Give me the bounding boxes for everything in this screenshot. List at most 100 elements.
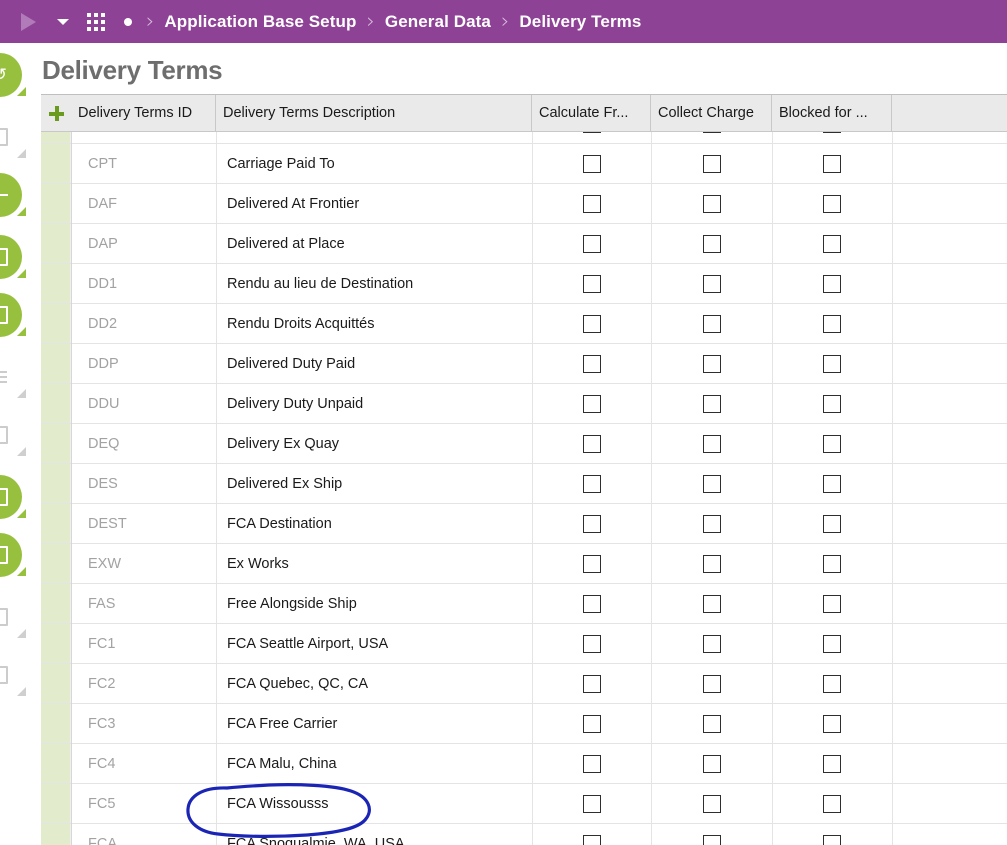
row-selector-strip[interactable] (41, 224, 71, 263)
checkbox-calculate-freight[interactable] (582, 514, 601, 533)
table-row[interactable]: FCA FCA Snoqualmie, WA, USA (41, 824, 1007, 845)
checkbox-calculate-freight[interactable] (582, 314, 601, 333)
cell-delivery-terms-id[interactable]: FC4 (71, 744, 216, 783)
checkbox-calculate-freight[interactable] (582, 554, 601, 573)
checkbox-collect-charge[interactable] (702, 154, 721, 173)
checkbox-calculate-freight[interactable] (582, 474, 601, 493)
row-selector-strip[interactable] (41, 384, 71, 423)
cell-delivery-terms-description[interactable]: Ex Works (216, 544, 532, 583)
table-row[interactable]: FC4 FCA Malu, China (41, 744, 1007, 784)
table-row[interactable]: FC3 FCA Free Carrier (41, 704, 1007, 744)
checkbox-collect-charge[interactable] (702, 234, 721, 253)
row-selector-strip[interactable] (41, 264, 71, 303)
table-row[interactable]: DAP Delivered at Place (41, 224, 1007, 264)
breadcrumb-item-delivery-terms[interactable]: Delivery Terms (519, 12, 641, 32)
cell-delivery-terms-description[interactable] (216, 132, 532, 143)
row-selector-strip[interactable] (41, 504, 71, 543)
cell-delivery-terms-id[interactable]: DEQ (71, 424, 216, 463)
cell-delivery-terms-description[interactable]: Free Alongside Ship (216, 584, 532, 623)
checkbox-calculate-freight[interactable] (582, 194, 601, 213)
row-selector-strip[interactable] (41, 144, 71, 183)
cell-delivery-terms-id[interactable]: FC3 (71, 704, 216, 743)
column-header-calculate-freight[interactable]: Calculate Fr... (532, 95, 651, 131)
cell-delivery-terms-description[interactable]: Rendu Droits Acquittés (216, 304, 532, 343)
cell-delivery-terms-id[interactable]: FC5 (71, 784, 216, 823)
checkbox-calculate-freight[interactable] (582, 794, 601, 813)
checkbox-blocked-for[interactable] (823, 594, 841, 613)
checkbox-calculate-freight[interactable] (582, 834, 601, 845)
row-selector-strip[interactable] (41, 304, 71, 343)
row-selector-strip[interactable] (41, 704, 71, 743)
checkbox-collect-charge[interactable] (702, 354, 721, 373)
column-header-collect-charge[interactable]: Collect Charge (651, 95, 772, 131)
cell-delivery-terms-id[interactable]: DAF (71, 184, 216, 223)
row-selector-strip[interactable] (41, 464, 71, 503)
column-header-blocked-for[interactable]: Blocked for ... (772, 95, 892, 131)
cell-delivery-terms-id[interactable]: FCA (71, 824, 216, 845)
cell-delivery-terms-description[interactable]: Delivery Duty Unpaid (216, 384, 532, 423)
add-row-button[interactable] (41, 95, 71, 131)
row-selector-strip[interactable] (41, 664, 71, 703)
cell-delivery-terms-id[interactable]: DD2 (71, 304, 216, 343)
checkbox-calculate-freight[interactable] (582, 714, 601, 733)
checkbox-blocked-for[interactable] (823, 794, 841, 813)
cell-delivery-terms-id[interactable]: DES (71, 464, 216, 503)
table-row[interactable] (41, 132, 1007, 144)
breadcrumb-item-general-data[interactable]: General Data (385, 12, 491, 32)
checkbox-collect-charge[interactable] (702, 754, 721, 773)
cell-delivery-terms-description[interactable]: FCA Seattle Airport, USA (216, 624, 532, 663)
table-row[interactable]: DAF Delivered At Frontier (41, 184, 1007, 224)
breadcrumb-item-application-base-setup[interactable]: Application Base Setup (164, 12, 356, 32)
row-selector-strip[interactable] (41, 784, 71, 823)
table-row[interactable]: DES Delivered Ex Ship (41, 464, 1007, 504)
table-row[interactable]: DDP Delivered Duty Paid (41, 344, 1007, 384)
cell-delivery-terms-description[interactable]: Delivered at Place (216, 224, 532, 263)
column-header-delivery-terms-description[interactable]: Delivery Terms Description (216, 95, 532, 131)
checkbox-collect-charge[interactable] (702, 194, 721, 213)
checkbox-blocked-for[interactable] (823, 554, 841, 573)
row-selector-strip[interactable] (41, 132, 71, 143)
checkbox-calculate-freight[interactable] (582, 434, 601, 453)
table-row[interactable]: FC2 FCA Quebec, QC, CA (41, 664, 1007, 704)
row-selector-strip[interactable] (41, 744, 71, 783)
table-row[interactable]: FC1 FCA Seattle Airport, USA (41, 624, 1007, 664)
table-row[interactable]: FC5 FCA Wissousss (41, 784, 1007, 824)
cell-delivery-terms-description[interactable]: Carriage Paid To (216, 144, 532, 183)
checkbox-collect-charge[interactable] (702, 274, 721, 293)
table-row[interactable]: FAS Free Alongside Ship (41, 584, 1007, 624)
checkbox-collect-charge[interactable] (702, 132, 721, 133)
checkbox-blocked-for[interactable] (823, 154, 841, 173)
checkbox-collect-charge[interactable] (702, 794, 721, 813)
row-selector-strip[interactable] (41, 344, 71, 383)
checkbox-blocked-for[interactable] (823, 674, 841, 693)
cell-delivery-terms-id[interactable]: FC1 (71, 624, 216, 663)
checkbox-collect-charge[interactable] (702, 714, 721, 733)
checkbox-collect-charge[interactable] (702, 594, 721, 613)
table-row[interactable]: DD2 Rendu Droits Acquittés (41, 304, 1007, 344)
app-grid-icon[interactable] (82, 9, 110, 35)
cell-delivery-terms-id[interactable]: FAS (71, 584, 216, 623)
checkbox-collect-charge[interactable] (702, 514, 721, 533)
checkbox-blocked-for[interactable] (823, 194, 841, 213)
checkbox-collect-charge[interactable] (702, 314, 721, 333)
checkbox-blocked-for[interactable] (823, 234, 841, 253)
table-row[interactable]: CPT Carriage Paid To (41, 144, 1007, 184)
checkbox-calculate-freight[interactable] (582, 274, 601, 293)
cell-delivery-terms-id[interactable] (71, 132, 216, 143)
checkbox-blocked-for[interactable] (823, 514, 841, 533)
row-selector-strip[interactable] (41, 584, 71, 623)
row-selector-strip[interactable] (41, 424, 71, 463)
checkbox-blocked-for[interactable] (823, 274, 841, 293)
checkbox-collect-charge[interactable] (702, 634, 721, 653)
table-row[interactable]: EXW Ex Works (41, 544, 1007, 584)
cell-delivery-terms-id[interactable]: DD1 (71, 264, 216, 303)
cell-delivery-terms-description[interactable]: FCA Quebec, QC, CA (216, 664, 532, 703)
checkbox-blocked-for[interactable] (823, 754, 841, 773)
checkbox-blocked-for[interactable] (823, 394, 841, 413)
table-row[interactable]: DD1 Rendu au lieu de Destination (41, 264, 1007, 304)
checkbox-blocked-for[interactable] (823, 314, 841, 333)
cell-delivery-terms-id[interactable]: DDP (71, 344, 216, 383)
cell-delivery-terms-description[interactable]: Rendu au lieu de Destination (216, 264, 532, 303)
cell-delivery-terms-description[interactable]: FCA Free Carrier (216, 704, 532, 743)
table-row[interactable]: DEST FCA Destination (41, 504, 1007, 544)
